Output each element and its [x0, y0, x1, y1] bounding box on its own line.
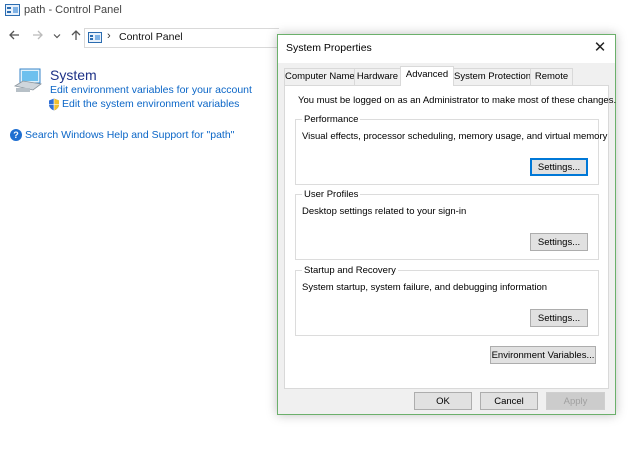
breadcrumb-control-panel[interactable]: Control Panel: [119, 31, 183, 43]
user-profiles-group: User Profiles Desktop settings related t…: [295, 189, 599, 260]
search-help-link[interactable]: Search Windows Help and Support for "pat…: [25, 129, 234, 141]
tab-computer-name[interactable]: Computer Name: [284, 68, 355, 85]
uac-shield-icon: [49, 98, 59, 111]
startup-recovery-settings-button[interactable]: Settings...: [530, 309, 588, 327]
computer-icon: [13, 68, 42, 92]
admin-note: You must be logged on as an Administrato…: [298, 95, 617, 106]
chevron-down-icon: [53, 34, 61, 39]
arrow-right-icon: [33, 30, 43, 40]
environment-variables-button[interactable]: Environment Variables...: [490, 346, 596, 364]
startup-recovery-group-label: Startup and Recovery: [302, 265, 398, 276]
address-box[interactable]: › Control Panel: [84, 28, 279, 48]
arrow-up-icon: [71, 30, 81, 40]
user-profiles-settings-button[interactable]: Settings...: [530, 233, 588, 251]
back-button[interactable]: [6, 29, 22, 45]
startup-recovery-group: Startup and Recovery System startup, sys…: [295, 265, 599, 336]
tab-advanced[interactable]: Advanced: [400, 66, 454, 86]
edit-env-vars-account-link[interactable]: Edit environment variables for your acco…: [50, 84, 252, 96]
breadcrumb-separator[interactable]: ›: [107, 30, 111, 42]
edit-system-env-vars-link[interactable]: Edit the system environment variables: [62, 98, 239, 110]
recent-locations-button[interactable]: [52, 29, 62, 45]
tab-remote[interactable]: Remote: [530, 68, 573, 85]
performance-group: Performance Visual effects, processor sc…: [295, 114, 607, 185]
cancel-button[interactable]: Cancel: [480, 392, 538, 410]
startup-recovery-description: System startup, system failure, and debu…: [302, 282, 548, 293]
arrow-left-icon: [9, 30, 19, 40]
dialog-title: System Properties: [286, 42, 372, 54]
system-heading[interactable]: System: [50, 67, 97, 83]
performance-settings-button[interactable]: Settings...: [530, 158, 588, 176]
dialog-titlebar[interactable]: System Properties ✕: [278, 35, 615, 63]
help-icon: ?: [10, 129, 22, 141]
forward-button[interactable]: [30, 29, 46, 45]
advanced-tab-panel: You must be logged on as an Administrato…: [284, 85, 616, 389]
window-title: path - Control Panel: [24, 4, 122, 16]
up-button[interactable]: [68, 29, 84, 45]
apply-button[interactable]: Apply: [546, 392, 605, 410]
user-profiles-group-label: User Profiles: [302, 189, 361, 200]
performance-description: Visual effects, processor scheduling, me…: [302, 131, 608, 142]
close-icon[interactable]: ✕: [590, 38, 610, 58]
user-profiles-description: Desktop settings related to your sign-in: [302, 206, 467, 217]
window-titlebar: path - Control Panel: [0, 0, 640, 24]
control-panel-icon: [88, 32, 102, 43]
tab-system-protection[interactable]: System Protection: [453, 68, 531, 85]
control-panel-icon: [5, 4, 20, 16]
system-properties-dialog: System Properties ✕ Computer Name Hardwa…: [277, 34, 616, 415]
tab-hardware[interactable]: Hardware: [354, 68, 401, 85]
performance-group-label: Performance: [302, 114, 361, 125]
ok-button[interactable]: OK: [414, 392, 472, 410]
